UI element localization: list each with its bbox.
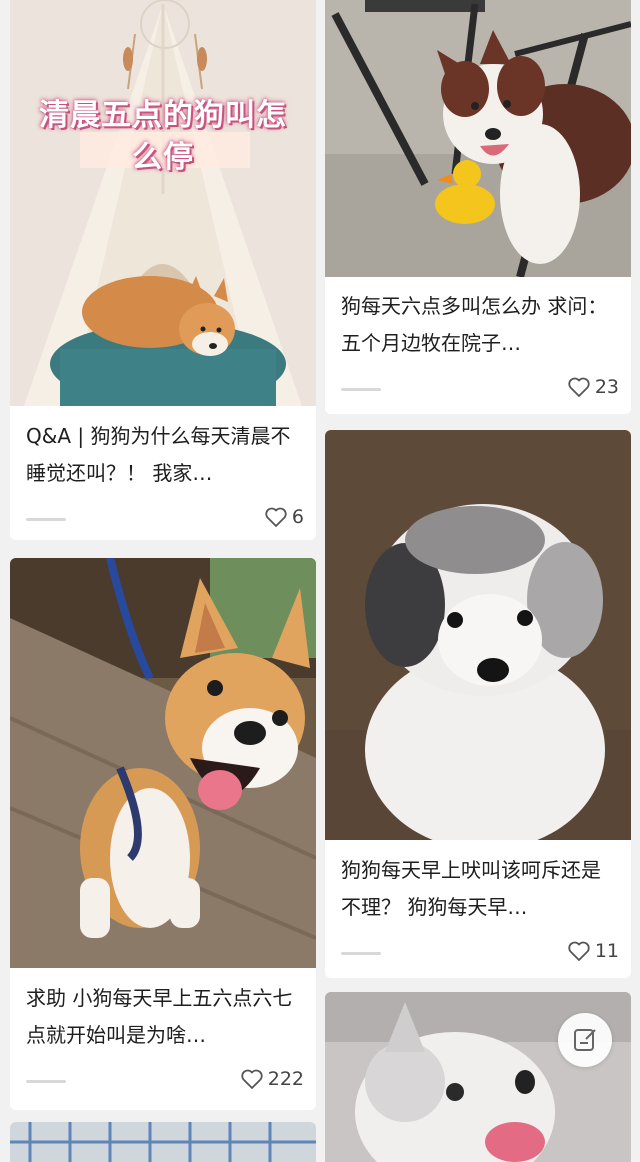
note-meta: 6	[26, 506, 304, 536]
author-name[interactable]	[341, 388, 381, 391]
note-feed: 清晨五点的狗叫怎 么停 Q&A | 狗狗为什么每天清晨不睡觉还叫？！ 我家… 6	[0, 0, 640, 1162]
note-card[interactable]: 清晨五点的狗叫怎 么停 Q&A | 狗狗为什么每天清晨不睡觉还叫？！ 我家… 6	[10, 0, 316, 540]
note-title[interactable]: 求助 小狗每天早上五六点六七点就开始叫是为啥…	[26, 980, 302, 1054]
note-cover-image	[10, 558, 316, 968]
cover-overlay-text: 么停	[132, 140, 194, 175]
note-card[interactable]	[10, 1122, 316, 1162]
note-cover-image	[10, 1122, 316, 1162]
note-meta: 11	[341, 940, 619, 970]
heart-icon	[265, 507, 287, 527]
edit-icon	[574, 1029, 596, 1051]
heart-icon	[568, 941, 590, 961]
note-cover-image	[325, 0, 631, 277]
like-count: 11	[594, 940, 619, 962]
heart-icon	[568, 377, 590, 397]
author-name[interactable]	[26, 518, 66, 521]
note-meta: 222	[26, 1068, 304, 1098]
note-card[interactable]: 求助 小狗每天早上五六点六七点就开始叫是为啥… 222	[10, 558, 316, 1110]
compose-button[interactable]	[558, 1013, 612, 1067]
author-name[interactable]	[341, 952, 381, 955]
heart-icon	[241, 1069, 263, 1089]
like-button[interactable]: 222	[240, 1068, 304, 1090]
author-name[interactable]	[26, 1080, 66, 1083]
like-button[interactable]: 23	[567, 376, 619, 398]
note-title[interactable]: 狗每天六点多叫怎么办 求问：五个月边牧在院子…	[341, 288, 617, 362]
note-card[interactable]: 狗每天六点多叫怎么办 求问：五个月边牧在院子… 23	[325, 0, 631, 414]
like-button[interactable]: 6	[264, 506, 304, 528]
note-meta: 23	[341, 376, 619, 406]
note-title[interactable]: Q&A | 狗狗为什么每天清晨不睡觉还叫？！ 我家…	[26, 418, 302, 492]
cover-overlay-text: 清晨五点的狗叫怎	[39, 98, 287, 133]
note-card[interactable]: 狗狗每天早上吠叫该呵斥还是不理？ 狗狗每天早… 11	[325, 430, 631, 978]
like-count: 23	[594, 376, 619, 398]
note-cover-image: 清晨五点的狗叫怎 么停	[10, 0, 316, 406]
like-button[interactable]: 11	[567, 940, 619, 962]
like-count: 222	[267, 1068, 304, 1090]
note-title[interactable]: 狗狗每天早上吠叫该呵斥还是不理？ 狗狗每天早…	[341, 852, 617, 926]
like-count: 6	[291, 506, 304, 528]
note-cover-image	[325, 430, 631, 840]
